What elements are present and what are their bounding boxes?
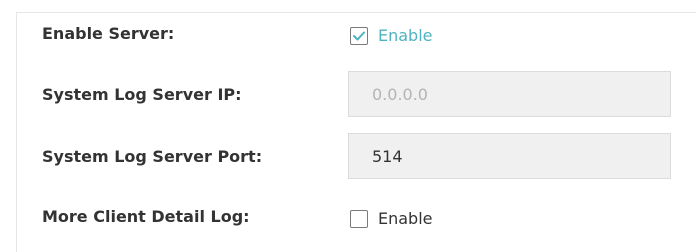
enable-server-row: Enable Server: Enable: [17, 13, 696, 61]
server-port-input[interactable]: [348, 133, 671, 179]
syslog-settings-panel: Enable Server: Enable System Log Server …: [16, 12, 696, 252]
server-port-row: System Log Server Port:: [17, 133, 696, 183]
client-detail-log-label: More Client Detail Log:: [42, 207, 250, 226]
client-detail-log-row: More Client Detail Log: Enable: [17, 195, 696, 243]
enable-server-checkbox[interactable]: Enable: [350, 26, 433, 45]
client-detail-log-checkbox-text: Enable: [378, 209, 433, 228]
server-port-label: System Log Server Port:: [42, 147, 263, 166]
client-detail-log-checkbox-box[interactable]: [350, 209, 368, 228]
server-ip-row: System Log Server IP:: [17, 71, 696, 121]
checkmark-icon: [353, 31, 365, 40]
enable-server-label: Enable Server:: [42, 24, 175, 43]
server-ip-label: System Log Server IP:: [42, 85, 242, 104]
client-detail-log-checkbox[interactable]: Enable: [350, 209, 433, 228]
enable-server-checkbox-text: Enable: [378, 26, 433, 45]
server-ip-input[interactable]: [348, 71, 671, 117]
enable-server-checkbox-box[interactable]: [350, 26, 368, 45]
